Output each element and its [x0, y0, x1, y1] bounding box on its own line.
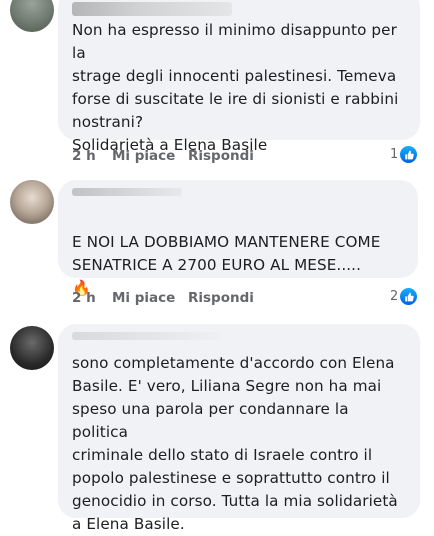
avatar[interactable]	[10, 0, 54, 32]
comment-text-content: E NOI LA DOBBIAMO MANTENERE COME SENATRI…	[72, 233, 381, 274]
comment-bubble: Non ha espresso il minimo disappunto per…	[58, 0, 420, 154]
avatar[interactable]	[10, 180, 54, 224]
reply-button[interactable]: Rispondi	[188, 290, 254, 306]
comment-bubble: E NOI LA DOBBIAMO MANTENERE COME SENATRI…	[58, 180, 418, 342]
timestamp[interactable]: 2 h	[72, 148, 96, 164]
author-name[interactable]	[72, 188, 182, 196]
comment-text: Non ha espresso il minimo disappunto per…	[72, 21, 399, 154]
reply-button[interactable]: Rispondi	[188, 148, 254, 164]
comment-bubble: sono completamente d'accordo con Elena B…	[58, 324, 420, 533]
like-button[interactable]: Mi piace	[112, 148, 175, 164]
reaction-number: 1	[390, 147, 399, 162]
like-button[interactable]: Mi piace	[112, 290, 175, 306]
reaction-number: 2	[390, 289, 399, 304]
author-name[interactable]	[72, 332, 222, 340]
like-thumb-icon	[400, 146, 418, 163]
comment-text: sono completamente d'accordo con Elena B…	[72, 354, 398, 533]
author-name[interactable]	[72, 2, 232, 16]
reaction-count[interactable]: 2	[390, 288, 418, 305]
avatar[interactable]	[10, 326, 54, 370]
reaction-count[interactable]: 1	[390, 146, 418, 163]
like-thumb-icon	[400, 288, 418, 305]
timestamp[interactable]: 2 h	[72, 290, 96, 306]
